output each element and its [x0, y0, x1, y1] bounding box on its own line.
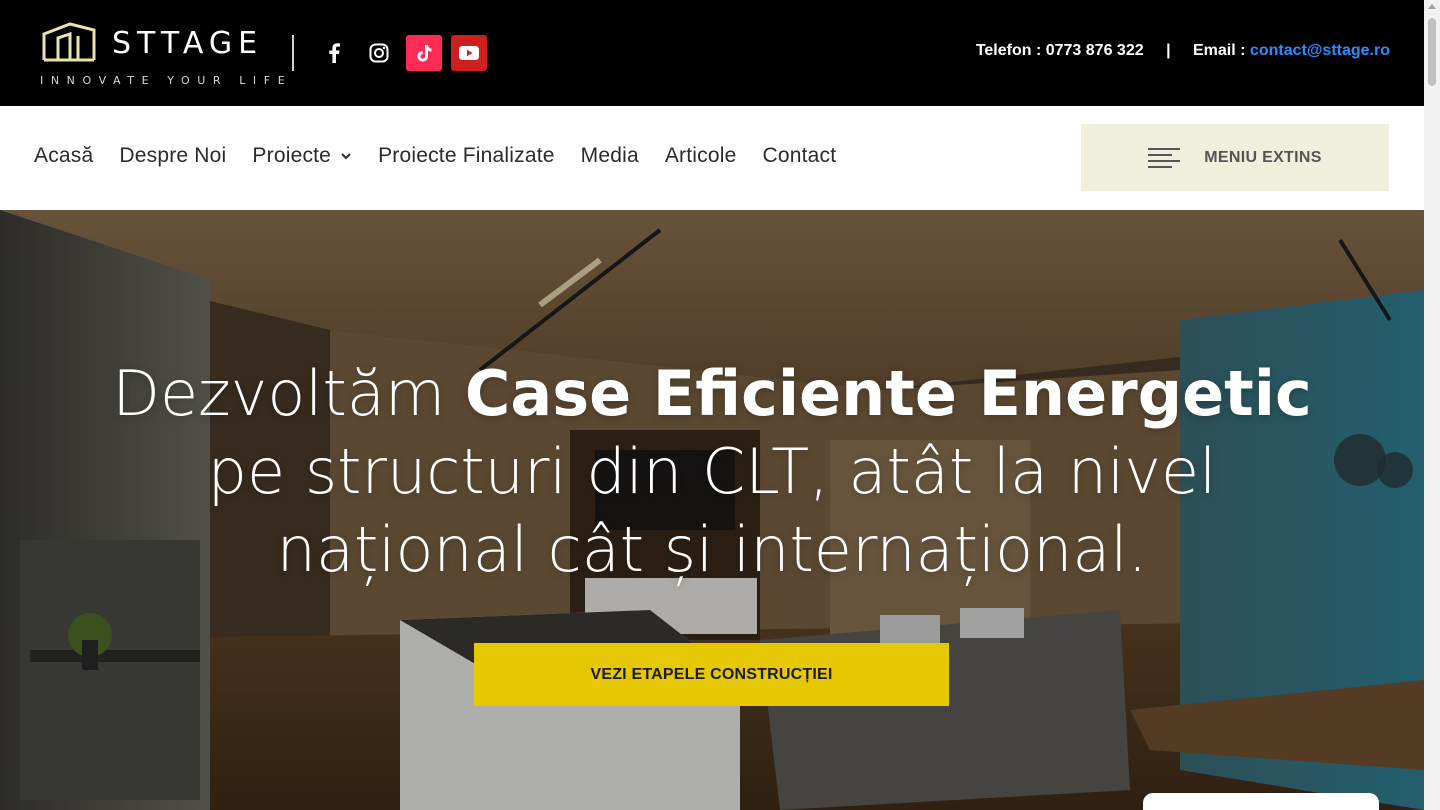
email-link[interactable]: contact@sttage.ro [1250, 42, 1390, 59]
nav-item-proiecte[interactable]: Proiecte [252, 144, 352, 168]
nav-item-acasa[interactable]: Acasă [34, 144, 93, 168]
instagram-icon [369, 43, 389, 63]
nav-item-label: Proiecte [252, 144, 332, 167]
chevron-down-icon [341, 153, 351, 160]
youtube-icon [459, 46, 479, 60]
youtube-link[interactable] [451, 35, 487, 71]
nav-item-label: Articole [664, 144, 737, 167]
tiktok-icon [417, 45, 432, 62]
nav-item-articole[interactable]: Articole [665, 144, 737, 168]
hero-heading-bold: Case Eficiente Energetic [464, 357, 1312, 430]
nav-menu: Acasă Despre Noi Proiecte Proiecte Final… [34, 144, 862, 168]
email-label: Email : [1193, 42, 1246, 59]
header-divider [292, 35, 294, 71]
contact-line: Telefon : 0773 876 322 | Email : contact… [976, 42, 1390, 60]
nav-item-label: Acasă [34, 144, 94, 167]
scroll-up-arrow-icon[interactable] [1428, 4, 1436, 9]
nav-item-label: Proiecte Finalizate [378, 144, 555, 167]
facebook-link[interactable] [316, 35, 352, 71]
nav-item-proiecte-finalizate[interactable]: Proiecte Finalizate [378, 144, 555, 168]
main-nav: Acasă Despre Noi Proiecte Proiecte Final… [0, 106, 1424, 210]
facebook-icon [329, 43, 340, 63]
hero-heading-part1: Dezvoltăm [112, 357, 465, 430]
nav-item-despre-noi[interactable]: Despre Noi [119, 144, 226, 168]
page-scrollbar[interactable] [1424, 0, 1440, 810]
hero-section: Dezvoltăm Case Eficiente Energetic pe st… [0, 210, 1424, 810]
logo[interactable]: STTAGE INNOVATE YOUR LIFE [40, 20, 285, 90]
floating-widget[interactable] [1143, 793, 1379, 810]
nav-item-media[interactable]: Media [581, 144, 639, 168]
extended-menu-label: MENIU EXTINS [1204, 148, 1322, 166]
nav-item-contact[interactable]: Contact [762, 144, 836, 168]
phone-text[interactable]: Telefon : 0773 876 322 [976, 42, 1144, 59]
contact-separator: | [1166, 42, 1171, 59]
scrollbar-thumb[interactable] [1428, 18, 1436, 86]
brand-tagline: INNOVATE YOUR LIFE [40, 74, 293, 87]
nav-item-label: Media [580, 144, 639, 167]
construction-stages-button[interactable]: VEZI ETAPELE CONSTRUCȚIEI [474, 643, 949, 706]
nav-item-label: Despre Noi [119, 144, 227, 167]
hero-heading: Dezvoltăm Case Eficiente Energetic pe st… [0, 355, 1424, 589]
hero-heading-line2: pe structuri din CLT, atât la nivel [207, 435, 1217, 508]
brand-name: STTAGE [112, 26, 264, 61]
instagram-link[interactable] [361, 35, 397, 71]
top-bar: STTAGE INNOVATE YOUR LIFE Telefon : 0773… [0, 0, 1424, 106]
tiktok-link[interactable] [406, 35, 442, 71]
extended-menu-button[interactable]: MENIU EXTINS [1081, 124, 1389, 191]
hamburger-menu-icon [1148, 147, 1181, 168]
logo-mark-icon [42, 22, 96, 62]
nav-item-label: Contact [762, 144, 837, 167]
cta-label: VEZI ETAPELE CONSTRUCȚIEI [590, 665, 833, 683]
hero-heading-line3: național cât și internațional. [276, 513, 1148, 586]
